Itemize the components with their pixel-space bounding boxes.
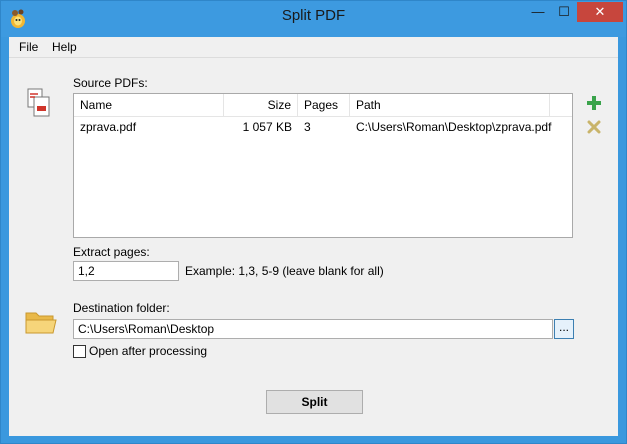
source-pdfs-label: Source PDFs: — [73, 76, 148, 90]
cell-name: zprava.pdf — [80, 120, 137, 134]
extract-pages-example: Example: 1,3, 5-9 (leave blank for all) — [185, 264, 384, 278]
table-row[interactable]: zprava.pdf 1 057 KB 3 C:\Users\Roman\Des… — [74, 118, 572, 136]
main-panel: Source PDFs: Name Size Pages Path zprava… — [9, 57, 618, 436]
column-header-pages[interactable]: Pages — [298, 94, 350, 116]
cell-size: 1 057 KB — [242, 120, 292, 134]
extract-pages-label: Extract pages: — [73, 245, 150, 259]
column-header-size[interactable]: Size — [224, 94, 298, 116]
client-area: File Help Source PDFs: Name Size Pages P… — [9, 37, 618, 436]
pdf-files-icon — [27, 88, 50, 117]
title-bar[interactable]: Split PDF — ☐ ✕ — [1, 1, 626, 37]
column-header-name[interactable]: Name — [74, 94, 224, 116]
close-button[interactable]: ✕ — [577, 2, 623, 22]
destination-folder-label: Destination folder: — [73, 301, 170, 315]
menu-bar: File Help — [9, 37, 618, 57]
cell-path: C:\Users\Roman\Desktop\zprava.pdf — [356, 120, 552, 134]
remove-icon[interactable] — [587, 120, 601, 134]
split-button[interactable]: Split — [266, 390, 363, 414]
source-pdfs-list[interactable]: Name Size Pages Path zprava.pdf 1 057 KB… — [73, 93, 573, 238]
menu-help[interactable]: Help — [52, 40, 77, 54]
open-after-processing-checkbox[interactable] — [73, 345, 86, 358]
maximize-button[interactable]: ☐ — [551, 2, 577, 22]
browse-button[interactable]: ... — [554, 319, 574, 339]
folder-icon — [25, 312, 57, 334]
extract-pages-input[interactable]: 1,2 — [73, 261, 179, 281]
column-header-path[interactable]: Path — [350, 94, 550, 116]
list-header: Name Size Pages Path — [74, 94, 572, 117]
minimize-button[interactable]: — — [525, 2, 551, 22]
cell-pages: 3 — [304, 120, 311, 134]
destination-folder-input[interactable]: C:\Users\Roman\Desktop — [73, 319, 553, 339]
app-window: Split PDF — ☐ ✕ File Help Source PDFs: N… — [0, 0, 627, 444]
menu-file[interactable]: File — [19, 40, 38, 54]
plus-icon[interactable] — [587, 96, 601, 110]
open-after-processing-label[interactable]: Open after processing — [89, 344, 207, 358]
